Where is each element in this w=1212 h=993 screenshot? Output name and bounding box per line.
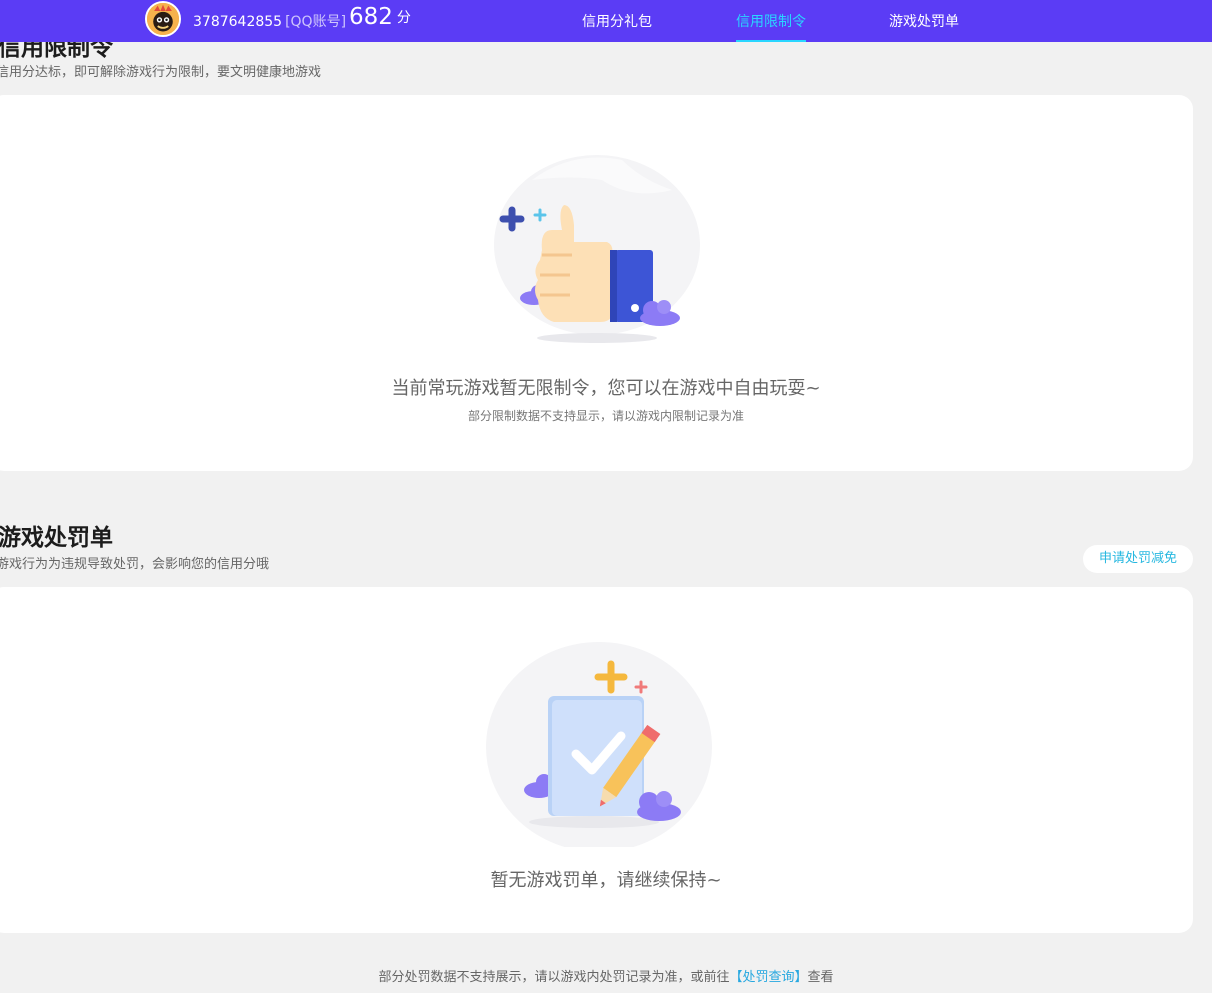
- top-bar: 3787642855 [QQ账号] 682 分 信用分礼包 信用限制令 游戏处罚单: [0, 0, 1212, 42]
- penalty-query-link[interactable]: 【处罚查询】: [729, 970, 807, 985]
- penalty-subtitle: 游戏行为为违规导致处罚，会影响您的信用分哦: [0, 557, 270, 572]
- footer-note: 部分处罚数据不支持展示，请以游戏内处罚记录为准，或前往【处罚查询】查看: [0, 966, 1212, 985]
- score-value: 682: [349, 4, 393, 30]
- tab-game-penalty[interactable]: 游戏处罚单: [889, 11, 959, 42]
- avatar-image: [147, 3, 179, 35]
- score-unit: 分: [396, 10, 411, 26]
- restriction-empty-note: 部分限制数据不支持显示，请以游戏内限制记录为准: [467, 409, 744, 423]
- footer-suffix: 查看: [807, 970, 834, 985]
- credit-score: 682 分: [349, 4, 411, 30]
- tab-credit-restriction[interactable]: 信用限制令: [736, 11, 806, 42]
- thumbs-up-icon: [494, 155, 700, 343]
- account-id: 3787642855: [193, 14, 283, 30]
- tab-credit-gift[interactable]: 信用分礼包: [582, 11, 652, 42]
- penalty-empty-message: 暂无游戏罚单，请继续保持~: [490, 870, 722, 891]
- restriction-empty-message: 当前常玩游戏暂无限制令，您可以在游戏中自由玩耍~: [391, 378, 821, 399]
- footer-prefix: 部分处罚数据不支持展示，请以游戏内处罚记录为准，或前往: [378, 970, 730, 985]
- checklist-pencil-icon: [486, 642, 712, 847]
- restriction-subtitle: 信用分达标，即可解除游戏行为限制，要文明健康地游戏: [0, 65, 322, 80]
- avatar[interactable]: [145, 1, 181, 37]
- penalty-title: 游戏处罚单: [0, 525, 113, 551]
- account-info: 3787642855 [QQ账号]: [193, 11, 346, 31]
- apply-penalty-reduction-button[interactable]: 申请处罚减免: [1083, 545, 1193, 573]
- account-type: [QQ账号]: [285, 14, 347, 30]
